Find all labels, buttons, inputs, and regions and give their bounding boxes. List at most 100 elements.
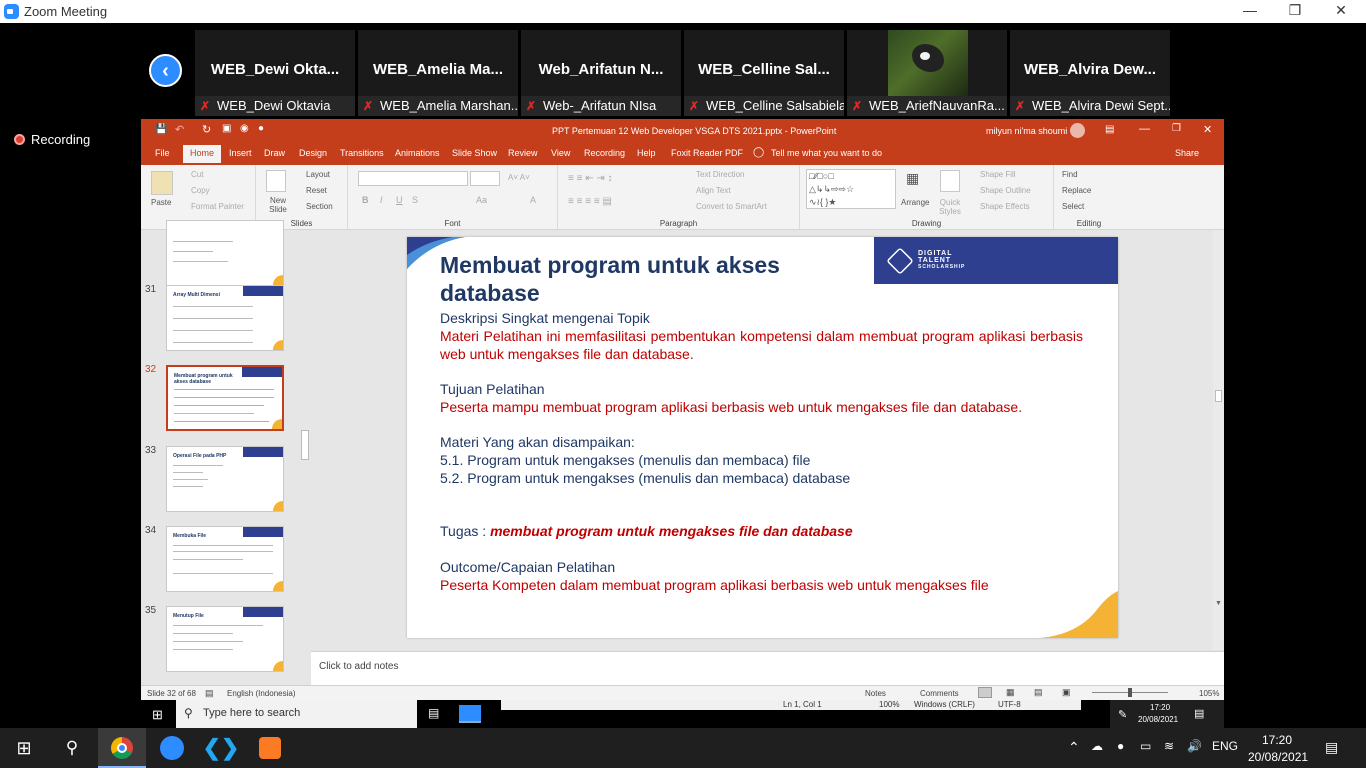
ribbon-display-icon[interactable]: ▤ [1105,124,1114,135]
language-indicator[interactable]: English (Indonesia) [227,689,295,698]
slideshow-button[interactable]: ▣ [1062,687,1071,698]
convert-smartart-button[interactable]: Convert to SmartArt [696,202,767,211]
font-color-button[interactable]: A [530,195,536,205]
task-view-icon[interactable]: ▤ [428,706,439,720]
touch-mode-icon[interactable]: ◉ [240,123,249,134]
tab-file[interactable]: File [155,148,170,158]
tab-review[interactable]: Review [508,148,538,158]
slide-thumbnail[interactable]: Array Multi Dimensi [166,285,284,351]
scrollbar-thumb[interactable] [301,430,309,460]
slide-thumbnail[interactable]: Menutup File [166,606,284,672]
tab-foxit[interactable]: Foxit Reader PDF [671,148,743,158]
windows-start-icon[interactable]: ⊞ [0,728,48,768]
save-icon[interactable]: 💾 [155,124,167,135]
tab-draw[interactable]: Draw [264,148,285,158]
copy-button[interactable]: Copy [191,186,210,195]
bold-button[interactable]: B [362,195,369,205]
shape-outline-button[interactable]: Shape Outline [980,186,1031,195]
change-case-button[interactable]: Aa [476,195,487,205]
zoom-app-icon[interactable] [148,728,196,768]
participant-tile[interactable]: WEB_Celline Sal... ✗ WEB_Celline Salsabie… [684,30,844,116]
section-button[interactable]: Section [306,202,333,211]
language-indicator[interactable]: ENG [1212,739,1238,753]
undo-icon[interactable]: ↶ [175,123,184,136]
shadow-button[interactable]: S [412,195,418,205]
new-slide-button[interactable]: New Slide [263,196,293,214]
font-size-buttons[interactable]: A˅ A˅ [508,173,530,182]
scrollbar-thumb[interactable] [1215,390,1222,402]
chrome-icon[interactable] [98,728,146,768]
participant-tile[interactable]: WEB_Alvira Dew... ✗ WEB_Alvira Dewi Sept.… [1010,30,1170,116]
tell-me-search[interactable]: Tell me what you want to do [771,148,882,158]
shapes-gallery[interactable]: □∕∕□○□ △↳↳⇨⇨☆ ∿≀{ }★ [806,169,896,209]
mic-icon[interactable]: ● [258,123,264,134]
quick-styles-button[interactable]: Quick Styles [935,198,965,216]
notes-button[interactable]: Notes [865,689,886,698]
align-buttons[interactable]: ≡ ≡ ≡ ≡ ▤ [568,196,612,207]
tab-home[interactable]: Home [183,145,222,163]
pen-icon[interactable]: ✎ [1118,708,1127,721]
maximize-button[interactable]: ❐ [1285,2,1305,20]
reset-button[interactable]: Reset [306,186,327,195]
text-direction-button[interactable]: Text Direction [696,170,744,179]
participant-tile[interactable]: WEB_Dewi Okta... ✗ WEB_Dewi Oktavia [195,30,355,116]
tab-help[interactable]: Help [637,148,656,158]
cut-button[interactable]: Cut [191,170,203,179]
notifications-icon[interactable]: ▤ [1194,707,1204,720]
reading-view-button[interactable]: ▤ [1034,687,1043,698]
participant-tile[interactable]: ✗ WEB_AriefNauvanRa... [847,30,1007,116]
underline-button[interactable]: U [396,195,403,205]
xampp-icon[interactable] [246,728,294,768]
battery-icon[interactable]: ▭ [1140,739,1151,753]
minimize-icon[interactable]: — [1139,123,1150,135]
find-button[interactable]: Find [1062,170,1078,179]
quick-styles-icon[interactable] [940,170,960,192]
redo-icon[interactable]: ↻ [202,123,211,136]
vscode-icon[interactable]: ❮❯ [197,728,245,768]
select-button[interactable]: Select [1062,202,1084,211]
slide-thumbnails-pane[interactable]: 31 Array Multi Dimensi 32 Membuat progra… [141,220,311,685]
tab-view[interactable]: View [551,148,570,158]
participant-tile[interactable]: Web_Arifatun N... ✗ Web-_Arifatun NIsa [521,30,681,116]
arrange-icon[interactable]: ▦ [906,170,926,192]
clock-date[interactable]: 20/08/2021 [1248,750,1308,764]
microphone-icon[interactable]: ● [1117,739,1124,753]
shape-fill-button[interactable]: Shape Fill [980,170,1016,179]
tab-recording[interactable]: Recording [584,148,625,158]
italic-button[interactable]: I [380,195,383,205]
shape-effects-button[interactable]: Shape Effects [980,202,1030,211]
zoom-level[interactable]: 105% [1199,689,1219,698]
spellcheck-icon[interactable]: ▤ [205,688,214,699]
volume-icon[interactable]: 🔊 [1187,739,1202,753]
cloud-icon[interactable]: ☁ [1091,739,1103,753]
slide-sorter-button[interactable]: ▦ [1006,687,1015,698]
search-box[interactable]: ⚲ Type here to search [176,700,417,728]
minimize-button[interactable]: — [1240,2,1260,20]
comments-button[interactable]: Comments [920,689,959,698]
restore-icon[interactable]: ❐ [1172,123,1181,134]
new-slide-icon[interactable] [266,170,286,192]
search-icon[interactable]: ⚲ [48,728,96,768]
avatar[interactable] [1070,123,1085,138]
slide-thumbnail[interactable] [166,220,284,286]
slide-thumbnail-selected[interactable]: Membuat program untuk akses database [166,365,284,431]
tab-design[interactable]: Design [299,148,327,158]
arrange-button[interactable]: Arrange [901,198,929,207]
app-icon[interactable] [459,705,481,723]
layout-button[interactable]: Layout [306,170,330,179]
recording-indicator[interactable]: Recording [0,119,141,159]
chevron-up-icon[interactable]: ⌃ [1068,739,1080,756]
previous-page-button[interactable]: ‹ [149,54,182,87]
zoom-slider-thumb[interactable] [1128,688,1132,697]
tab-slide-show[interactable]: Slide Show [452,148,497,158]
thumbnails-scrollbar[interactable] [299,230,311,685]
format-painter-button[interactable]: Format Painter [191,202,244,211]
windows-start-icon[interactable]: ⊞ [152,707,163,723]
participant-tile[interactable]: WEB_Amelia Ma... ✗ WEB_Amelia Marshan... [358,30,518,116]
tab-animations[interactable]: Animations [395,148,440,158]
wifi-icon[interactable]: ≋ [1164,739,1174,753]
tab-transitions[interactable]: Transitions [340,148,384,158]
notes-placeholder[interactable]: Click to add notes [319,661,399,672]
close-icon[interactable]: ✕ [1203,123,1212,136]
paste-button[interactable]: Paste [151,198,171,207]
